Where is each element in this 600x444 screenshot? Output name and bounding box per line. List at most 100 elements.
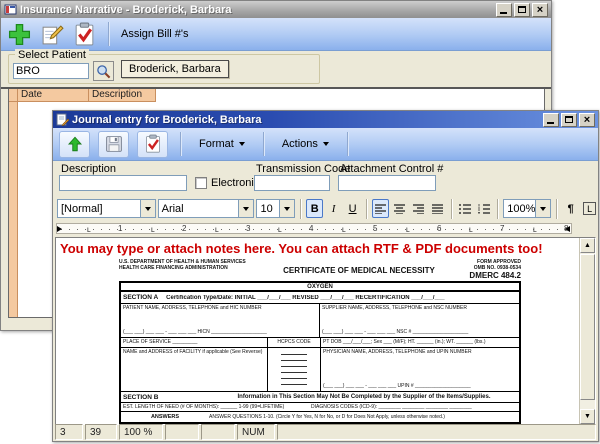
underline-button[interactable]: U bbox=[344, 199, 361, 218]
transmission-code-input[interactable] bbox=[254, 175, 330, 191]
chevron-down-icon bbox=[239, 142, 245, 146]
minimize-icon bbox=[500, 12, 507, 14]
font-name-combo[interactable]: Arial bbox=[158, 199, 255, 218]
editor-document-area[interactable]: You may type or attach notes here. You c… bbox=[55, 237, 596, 425]
align-left-button[interactable] bbox=[372, 199, 389, 218]
font-size-combo[interactable]: 10 bbox=[256, 199, 295, 218]
combo-dropdown-button[interactable] bbox=[535, 200, 550, 217]
save-icon bbox=[105, 135, 123, 153]
import-button[interactable] bbox=[59, 131, 90, 158]
arrow-up-icon bbox=[66, 135, 84, 153]
ruler-number: 6 bbox=[437, 224, 441, 233]
bold-button[interactable]: B bbox=[306, 199, 323, 218]
status-cell bbox=[201, 424, 235, 440]
journal-fields-panel: Description Electronic Transmission Code… bbox=[53, 161, 598, 195]
patient-stats-line: PT DOB ___/___/___; Sex ___ (M/F); HT. _… bbox=[321, 338, 519, 347]
bullet-list-button[interactable] bbox=[457, 199, 474, 218]
form-code: DMERC 484.2 bbox=[449, 271, 521, 280]
vertical-scrollbar[interactable]: ▲ ▼ bbox=[579, 238, 595, 424]
editor-hint-text: You may type or attach notes here. You c… bbox=[60, 241, 543, 256]
align-right-button[interactable] bbox=[410, 199, 427, 218]
paragraph-style-combo[interactable]: [Normal] bbox=[57, 199, 156, 218]
scroll-up-button[interactable]: ▲ bbox=[580, 238, 595, 253]
edit-record-button[interactable] bbox=[40, 22, 65, 47]
tab-stop-icon: L bbox=[215, 228, 219, 234]
tab-stop-icon: L bbox=[533, 228, 537, 234]
format-menu-button[interactable]: Format bbox=[193, 132, 251, 156]
electronic-checkbox[interactable] bbox=[195, 177, 207, 189]
format-separator bbox=[366, 199, 367, 219]
journal-titlebar[interactable]: Journal entry for Broderick, Barbara × bbox=[53, 111, 598, 128]
save-button[interactable] bbox=[98, 131, 129, 158]
electronic-label: Electronic bbox=[211, 177, 259, 189]
grid-column-description[interactable]: Description bbox=[89, 89, 156, 102]
maximize-icon bbox=[518, 6, 526, 13]
form-title: CERTIFICATE OF MEDICAL NECESSITY bbox=[269, 266, 449, 275]
journal-maximize-button[interactable] bbox=[561, 113, 577, 127]
align-justify-button[interactable] bbox=[429, 199, 446, 218]
combo-dropdown-button[interactable] bbox=[140, 200, 155, 217]
grid-indicator-column bbox=[9, 102, 18, 317]
chevron-down-icon bbox=[284, 207, 290, 211]
ruler-number: 4 bbox=[309, 224, 313, 233]
verify-button[interactable] bbox=[73, 22, 96, 47]
insurance-maximize-button[interactable] bbox=[514, 3, 530, 17]
journal-close-button[interactable]: × bbox=[579, 113, 595, 127]
chevron-down-icon bbox=[323, 142, 329, 146]
zoom-combo[interactable]: 100% bbox=[503, 199, 551, 218]
tab-stop-icon: L bbox=[87, 228, 91, 234]
ruler-ticks bbox=[61, 229, 567, 230]
indent-marker-left[interactable] bbox=[57, 226, 62, 232]
select-patient-groupbox: Select Patient Broderick, Barbara bbox=[8, 54, 320, 84]
close-icon: × bbox=[537, 5, 543, 15]
actions-menu-button[interactable]: Actions bbox=[276, 132, 335, 156]
description-input[interactable] bbox=[59, 175, 187, 191]
scroll-down-button[interactable]: ▼ bbox=[580, 409, 595, 424]
tab-stop-icon: L bbox=[342, 228, 346, 234]
numbered-list-button[interactable] bbox=[475, 199, 492, 218]
combo-dropdown-button[interactable] bbox=[238, 200, 253, 217]
insurance-minimize-button[interactable] bbox=[496, 3, 512, 17]
ruler-strip[interactable]: 1 2 3 4 5 6 7 8 L L L L L L L L bbox=[56, 223, 572, 234]
journal-window-title: Journal entry for Broderick, Barbara bbox=[72, 114, 262, 126]
spellcheck-button[interactable] bbox=[137, 131, 168, 158]
status-zoom: 100 % bbox=[119, 424, 163, 440]
paragraph-style-value: [Normal] bbox=[58, 203, 140, 215]
page-layout-button[interactable]: L bbox=[581, 199, 598, 218]
combo-dropdown-button[interactable] bbox=[279, 200, 294, 217]
italic-button[interactable]: I bbox=[325, 199, 342, 218]
insurance-close-button[interactable]: × bbox=[532, 3, 548, 17]
description-label: Description bbox=[61, 163, 116, 175]
journal-app-icon bbox=[56, 113, 69, 126]
journal-toolbar: Format Actions bbox=[53, 128, 598, 161]
align-right-icon bbox=[413, 204, 424, 214]
answers-label: ANSWERS bbox=[121, 414, 209, 420]
insurance-titlebar[interactable]: Insurance Narrative - Broderick, Barbara… bbox=[1, 1, 551, 18]
physician-info-label: PHYSICIAN NAME, ADDRESS, TELEPHONE and U… bbox=[323, 349, 472, 355]
section-b-note: Information in This Section May Not Be C… bbox=[209, 394, 519, 400]
scrollbar-thumb[interactable] bbox=[580, 254, 595, 400]
attachment-control-input[interactable] bbox=[338, 175, 436, 191]
section-b-label: SECTION B bbox=[121, 394, 209, 401]
align-center-button[interactable] bbox=[391, 199, 408, 218]
grid-column-date[interactable]: Date bbox=[18, 89, 89, 102]
search-icon bbox=[96, 64, 111, 79]
indent-marker-right[interactable] bbox=[565, 226, 570, 232]
maximize-icon bbox=[565, 116, 573, 123]
patient-search-button[interactable] bbox=[93, 61, 114, 81]
supplier-info-label: SUPPLIER NAME, ADDRESS, TELEPHONE and NS… bbox=[322, 305, 467, 311]
ruler-number: 2 bbox=[182, 224, 186, 233]
zoom-value: 100% bbox=[504, 203, 535, 215]
paragraph-marks-button[interactable]: ¶ bbox=[562, 199, 579, 218]
new-record-button[interactable] bbox=[7, 22, 32, 47]
patient-search-input[interactable] bbox=[13, 63, 89, 79]
est-length-line: EST. LENGTH OF NEED (# OF MONTHS): _____… bbox=[121, 404, 311, 411]
font-name-value: Arial bbox=[159, 203, 239, 215]
select-patient-label: Select Patient bbox=[15, 49, 89, 61]
font-size-value: 10 bbox=[257, 203, 279, 215]
assign-bill-button[interactable]: Assign Bill #'s bbox=[121, 28, 189, 40]
grid-header-row: Date Description bbox=[9, 89, 544, 102]
hcpcs-write-in-lines bbox=[268, 348, 321, 391]
status-column-number: 39 bbox=[85, 424, 117, 440]
journal-minimize-button[interactable] bbox=[543, 113, 559, 127]
